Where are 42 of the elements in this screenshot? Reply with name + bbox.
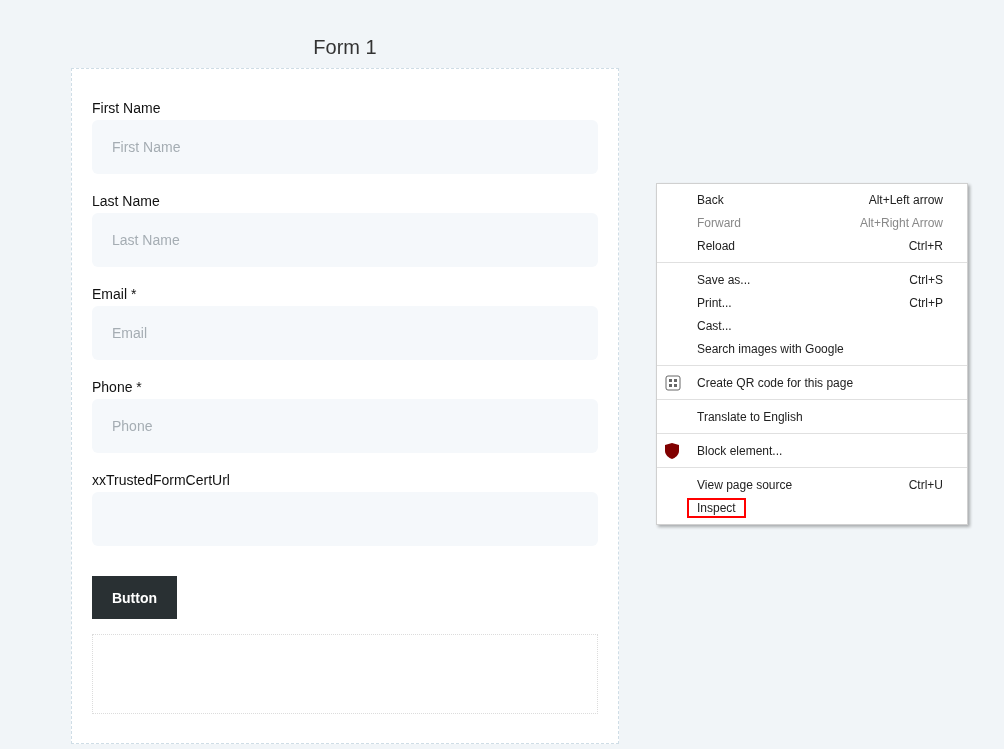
menu-item[interactable]: Cast... (657, 314, 967, 337)
menu-item-label: View page source (696, 476, 794, 494)
menu-item[interactable]: Back Alt+Left arrow (657, 188, 967, 211)
input-field[interactable]: First Name (92, 120, 598, 174)
menu-item[interactable]: Create QR code for this page (657, 371, 967, 394)
field-label: Phone * (92, 378, 143, 396)
menu-item-label: Back (696, 191, 725, 209)
menu-item-label: Reload (696, 237, 737, 255)
input-field[interactable]: Last Name (92, 213, 598, 267)
shortcut-text: Ctrl+U (908, 477, 943, 492)
menu-item-label: Search images with Google (696, 340, 845, 358)
menu-item-label: Save as... (696, 271, 752, 289)
qr-code-icon (665, 374, 681, 391)
menu-item-label: Cast... (696, 317, 733, 335)
shortcut-text: Ctrl+S (909, 272, 943, 287)
menu-item[interactable]: Reload Ctrl+R (657, 234, 967, 257)
shield-icon (665, 442, 679, 459)
menu-item-label: Print... (696, 294, 733, 312)
menu-item-label: Create QR code for this page (696, 374, 855, 392)
menu-item[interactable]: Inspect (657, 496, 967, 519)
menu-item[interactable]: Save as... Ctrl+S (657, 268, 967, 291)
field-label: Email * (92, 285, 138, 303)
shortcut-text: Alt+Left arrow (868, 192, 943, 207)
shortcut-text: Ctrl+R (908, 238, 943, 253)
menu-item[interactable]: View page source Ctrl+U (657, 473, 967, 496)
menu-item[interactable]: Search images with Google (657, 337, 967, 360)
field-label: First Name (92, 99, 162, 117)
menu-item[interactable]: Block element... (657, 439, 967, 462)
form-title: Form 1 (312, 35, 378, 60)
submit-button[interactable]: Button (92, 576, 177, 619)
menu-item-label: Inspect (687, 497, 746, 518)
shortcut-text: Ctrl+P (909, 295, 943, 310)
menu-item-label: Translate to English (696, 408, 804, 426)
input-field[interactable]: Email (92, 306, 598, 360)
input-field[interactable]: Phone (92, 399, 598, 453)
menu-item-label: Forward (696, 214, 742, 232)
menu-item[interactable]: Translate to English (657, 405, 967, 428)
shortcut-text: Alt+Right Arrow (859, 215, 943, 230)
menu-item[interactable]: Print... Ctrl+P (657, 291, 967, 314)
field-label: Last Name (92, 192, 161, 210)
field-label: xxTrustedFormCertUrl (92, 471, 231, 489)
menu-item-label: Block element... (696, 442, 784, 460)
